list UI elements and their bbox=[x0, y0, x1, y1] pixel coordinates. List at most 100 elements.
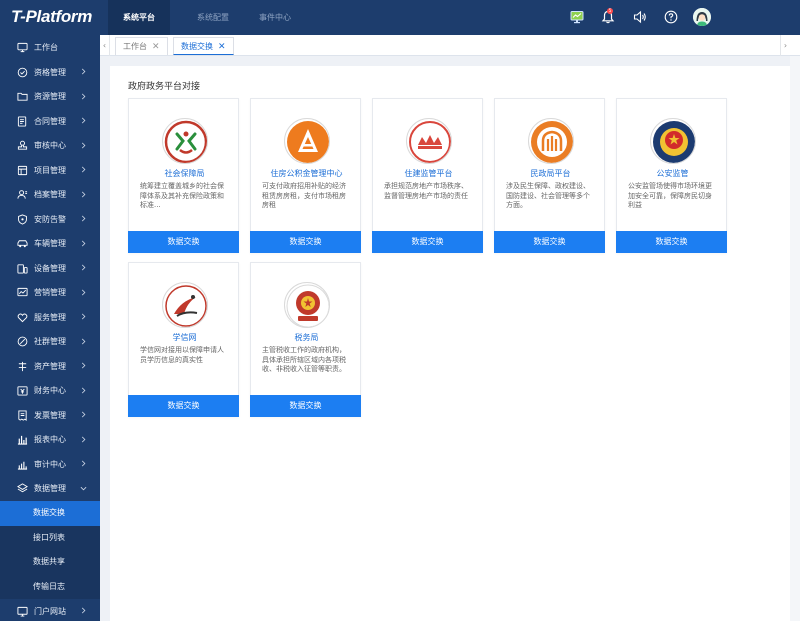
device-icon bbox=[17, 264, 28, 274]
sidebar-item-label: 工作台 bbox=[34, 43, 58, 53]
chevron-down-icon bbox=[80, 486, 87, 490]
topnav-system-config[interactable]: 系统配置 bbox=[182, 0, 244, 35]
section-title: 政府政务平台对接 bbox=[128, 82, 201, 92]
sidebar-subitem-data-sharing[interactable]: 数据共享 bbox=[0, 550, 100, 575]
database-icon bbox=[17, 483, 28, 493]
avatar-icon bbox=[693, 8, 711, 26]
sidebar-item-review-center[interactable]: 审核中心 bbox=[0, 134, 100, 159]
card-description: 主管税收工作的政府机构，具体承担所辖区域内各项税收、非税收入征管等职责。 bbox=[262, 346, 346, 374]
sidebar-item-label: 设备管理 bbox=[34, 263, 66, 273]
chevron-right-icon bbox=[81, 215, 86, 222]
asset-icon bbox=[18, 361, 27, 371]
chsi-logo bbox=[162, 282, 208, 328]
sidebar-item-workbench[interactable]: 工作台 bbox=[0, 36, 100, 61]
sidebar-item-audit-center[interactable]: 审计中心 bbox=[0, 452, 100, 477]
user-avatar[interactable] bbox=[693, 8, 711, 26]
app-logo[interactable]: T-Platform bbox=[11, 7, 92, 27]
housing-construction-logo bbox=[406, 118, 452, 164]
topnav-system-platform[interactable]: 系统平台 bbox=[108, 0, 170, 35]
chevron-right-icon bbox=[81, 142, 86, 148]
sidebar-item-label: 审核中心 bbox=[34, 141, 66, 151]
sidebar-item-label: 服务管理 bbox=[34, 312, 66, 322]
notification-badge: 5 bbox=[607, 8, 613, 14]
sidebar-item-qualification[interactable]: 资格管理 bbox=[0, 60, 100, 85]
page-scrollbar[interactable] bbox=[790, 56, 800, 621]
sidebar-item-portal[interactable]: 门户网站 bbox=[0, 599, 100, 621]
platform-card: 税务局 主管税收工作的政府机构，具体承担所辖区域内各项税收、非税收入征管等职责。… bbox=[250, 262, 361, 417]
chevron-right-icon bbox=[81, 387, 86, 393]
chevron-right-icon bbox=[81, 338, 86, 344]
topnav-event-center[interactable]: 事件中心 bbox=[244, 0, 306, 35]
check-circle-icon bbox=[17, 67, 28, 78]
sidebar-item-label: 审计中心 bbox=[34, 459, 66, 469]
tab-data-exchange[interactable]: 数据交换 ✕ bbox=[173, 37, 234, 55]
platform-card: 住房公积金管理中心 可支付政府招用补贴的经济租赁房房租，支付市场租房房租 数据交… bbox=[250, 98, 361, 253]
police-logo bbox=[650, 118, 696, 164]
sidebar-item-label: 车辆管理 bbox=[34, 239, 66, 249]
sidebar-item-label: 发票管理 bbox=[34, 410, 66, 420]
sidebar-item-asset[interactable]: 资产管理 bbox=[0, 354, 100, 379]
data-exchange-button[interactable]: 数据交换 bbox=[250, 231, 361, 253]
volume-icon[interactable] bbox=[632, 9, 648, 25]
close-icon[interactable]: ✕ bbox=[152, 42, 160, 52]
housing-fund-logo bbox=[284, 118, 330, 164]
monitor-icon[interactable] bbox=[569, 9, 585, 25]
sidebar-item-label: 项目管理 bbox=[34, 165, 66, 175]
data-exchange-button[interactable]: 数据交换 bbox=[128, 395, 239, 417]
sidebar-item-label: 资产管理 bbox=[34, 361, 66, 371]
chevron-right-icon bbox=[81, 68, 86, 75]
sidebar-item-archive[interactable]: 档案管理 bbox=[0, 183, 100, 208]
sidebar-item-service[interactable]: 服务管理 bbox=[0, 305, 100, 330]
sidebar-item-project[interactable]: 项目管理 bbox=[0, 158, 100, 183]
card-title: 公安监管 bbox=[656, 169, 689, 178]
sidebar-item-resource[interactable]: 资源管理 bbox=[0, 85, 100, 110]
card-description: 公安监管场使得市场环境更加安全可靠，保障房民切身利益 bbox=[628, 182, 712, 210]
sidebar-item-contract[interactable]: 合同管理 bbox=[0, 109, 100, 134]
card-title: 社会保障局 bbox=[164, 169, 205, 178]
card-title: 住建监管平台 bbox=[404, 169, 453, 178]
sidebar-subitem-interface-list[interactable]: 接口列表 bbox=[0, 525, 100, 550]
sidebar-item-label: 数据管理 bbox=[34, 484, 66, 494]
close-icon[interactable]: ✕ bbox=[218, 42, 226, 52]
sidebar-item-label: 资源管理 bbox=[34, 92, 66, 102]
sidebar-item-community[interactable]: 社群管理 bbox=[0, 330, 100, 355]
data-exchange-button[interactable]: 数据交换 bbox=[372, 231, 483, 253]
chevron-right-icon bbox=[81, 362, 86, 369]
sidebar-subitem-transfer-log[interactable]: 传输日志 bbox=[0, 574, 100, 599]
platform-card: 住建监管平台 承担规范房地产市场秩序、监督管理房地产市场的责任 数据交换 bbox=[372, 98, 483, 253]
data-exchange-button[interactable]: 数据交换 bbox=[128, 231, 239, 253]
chevron-right-icon bbox=[81, 313, 86, 320]
sidebar-item-finance[interactable]: 财务中心 bbox=[0, 379, 100, 404]
chevron-right-icon bbox=[81, 289, 86, 295]
platform-card: 公安监管 公安监管场使得市场环境更加安全可靠，保障房民切身利益 数据交换 bbox=[616, 98, 727, 253]
help-icon[interactable] bbox=[663, 9, 679, 25]
platform-card: 学信网 学信网对接用以保障申请人员学历信息的真实性 数据交换 bbox=[128, 262, 239, 417]
sidebar-item-security-alarm[interactable]: 安防告警 bbox=[0, 207, 100, 232]
portal-icon bbox=[17, 606, 28, 617]
tab-label: 工作台 bbox=[123, 42, 147, 51]
data-exchange-button[interactable]: 数据交换 bbox=[616, 231, 727, 253]
platform-card: 民政局平台 涉及民生保障、政权建设、国防建设、社会管理等多个方面。 数据交换 bbox=[494, 98, 605, 253]
sidebar-item-label: 资格管理 bbox=[34, 67, 66, 77]
sidebar-item-report-center[interactable]: 报表中心 bbox=[0, 428, 100, 453]
sidebar-item-invoice[interactable]: 发票管理 bbox=[0, 403, 100, 428]
sidebar-item-vehicle[interactable]: 车辆管理 bbox=[0, 232, 100, 257]
sidebar-item-marketing[interactable]: 营销管理 bbox=[0, 281, 100, 306]
sidebar-subitem-data-exchange[interactable]: 数据交换 bbox=[0, 501, 100, 526]
card-description: 涉及民生保障、政权建设、国防建设、社会管理等多个方面。 bbox=[506, 182, 590, 210]
sidebar-item-device[interactable]: 设备管理 bbox=[0, 256, 100, 281]
tab-scroll-left-button[interactable]: ‹ bbox=[100, 35, 110, 56]
car-icon bbox=[17, 240, 28, 248]
sidebar-item-data-management[interactable]: 数据管理 bbox=[0, 477, 100, 502]
platform-card: 社会保障局 统筹建立覆盖城乡的社会保障体系及其补充保险政策和标准... 数据交换 bbox=[128, 98, 239, 253]
sidebar-item-label: 营销管理 bbox=[34, 288, 66, 298]
data-exchange-button[interactable]: 数据交换 bbox=[250, 395, 361, 417]
data-exchange-button[interactable]: 数据交换 bbox=[494, 231, 605, 253]
top-nav: 系统平台 系统配置 事件中心 bbox=[108, 0, 306, 35]
card-title: 税务局 bbox=[294, 333, 319, 342]
tab-scroll-right-button[interactable]: › bbox=[780, 35, 790, 56]
card-description: 统筹建立覆盖城乡的社会保障体系及其补充保险政策和标准... bbox=[140, 182, 224, 210]
card-title: 住房公积金管理中心 bbox=[270, 169, 343, 178]
tab-workbench[interactable]: 工作台 ✕ bbox=[115, 37, 168, 55]
stamp-icon bbox=[17, 140, 28, 150]
